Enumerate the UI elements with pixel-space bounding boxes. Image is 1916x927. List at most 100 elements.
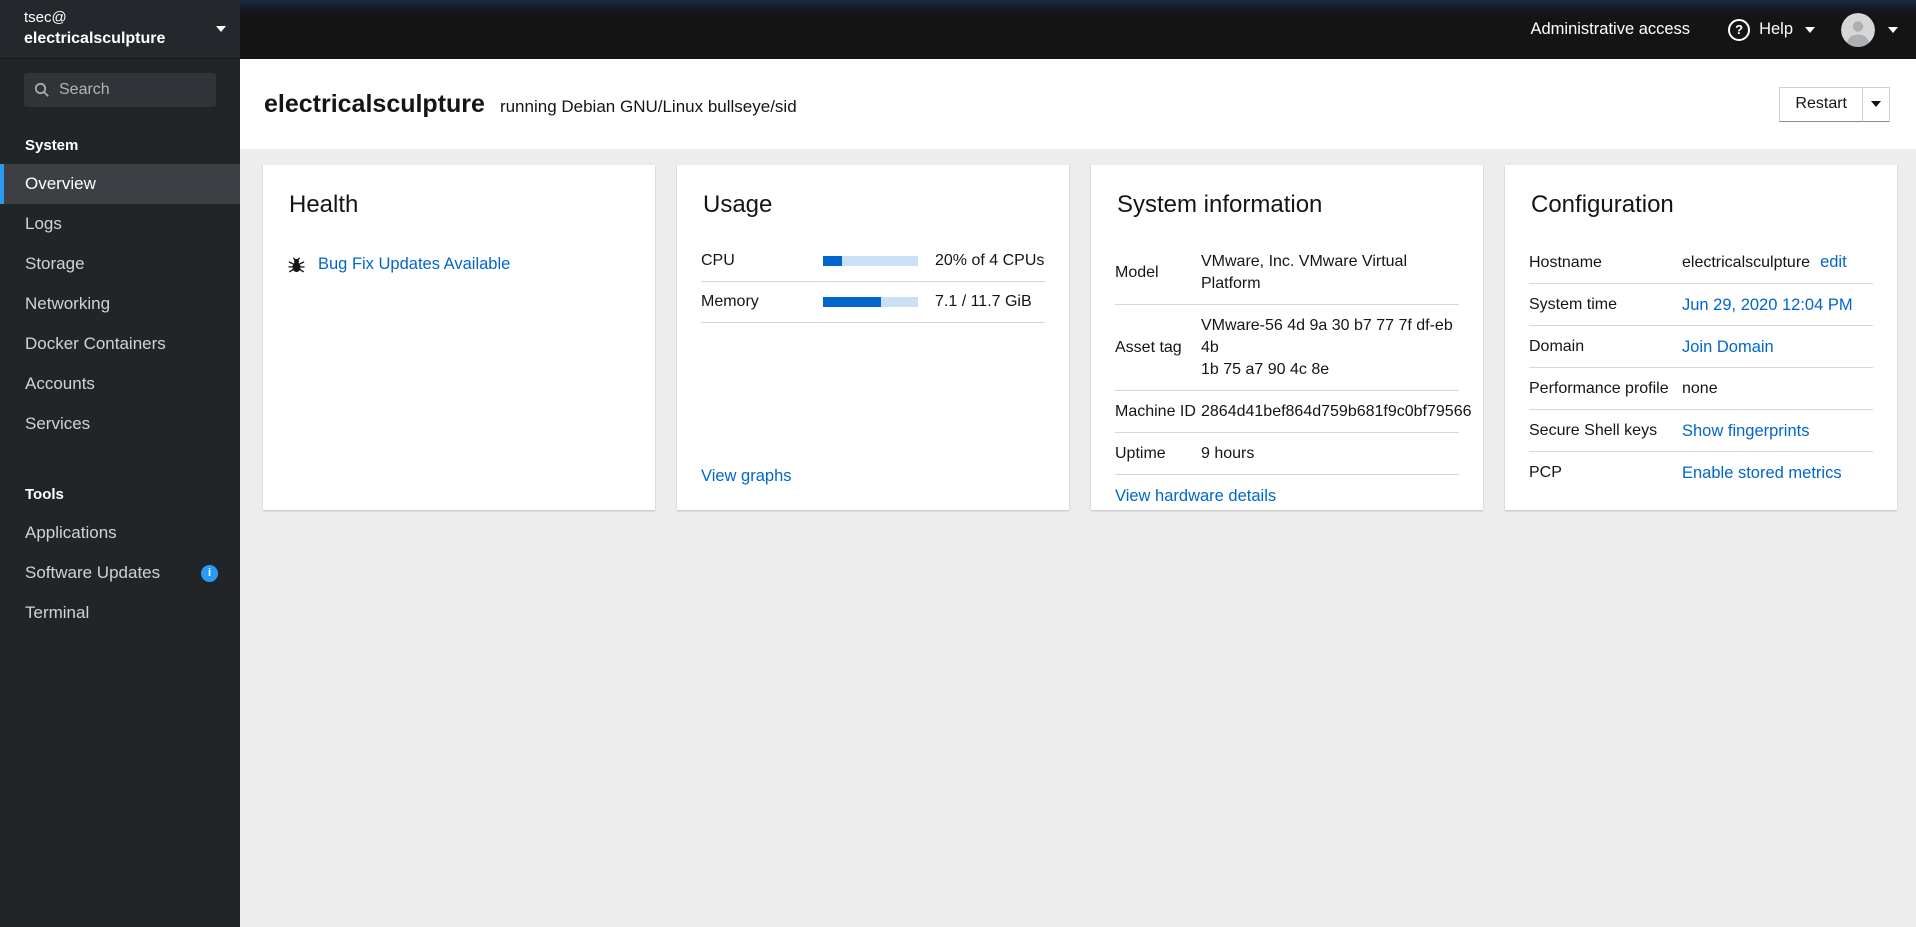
masthead: Administrative access ? Help bbox=[240, 0, 1916, 59]
os-subtitle: running Debian GNU/Linux bullseye/sid bbox=[499, 96, 797, 116]
machine-id-label: Machine ID bbox=[1115, 403, 1196, 420]
machine-id-row: Machine ID 2864d41bef864d759b681f9c0bf79… bbox=[1115, 391, 1472, 433]
configuration-title: Configuration bbox=[1531, 191, 1674, 218]
help-menu[interactable]: ? Help bbox=[1728, 18, 1815, 41]
domain-row: Domain Join Domain bbox=[1529, 326, 1873, 368]
host-switcher[interactable]: tsec@ electricalsculpture bbox=[0, 0, 240, 59]
sidebar-search[interactable] bbox=[24, 73, 216, 107]
cpu-progress-bar bbox=[823, 256, 918, 266]
view-hardware-details-link[interactable]: View hardware details bbox=[1115, 487, 1276, 505]
sidebar-item-overview[interactable]: Overview bbox=[0, 164, 240, 204]
sidebar-item-logs[interactable]: Logs bbox=[0, 204, 240, 244]
sidebar-item-label: Docker Containers bbox=[25, 334, 166, 353]
enable-stored-metrics-link[interactable]: Enable stored metrics bbox=[1682, 462, 1873, 484]
health-card: Health Bug Fix Updates Available bbox=[263, 165, 655, 510]
administrative-access-button[interactable]: Administrative access bbox=[1531, 20, 1691, 39]
asset-tag-value: VMware-56 4d 9a 30 b7 77 7f df-eb 4b 1b … bbox=[1201, 317, 1453, 378]
edit-hostname-link[interactable]: edit bbox=[1820, 251, 1847, 273]
sidebar-item-label: Services bbox=[25, 414, 91, 433]
configuration-card: Configuration Hostname electricalsculptu… bbox=[1505, 165, 1897, 510]
system-information-title: System information bbox=[1117, 191, 1323, 218]
view-graphs-link[interactable]: View graphs bbox=[701, 467, 792, 485]
hostname-row: Hostname electricalsculpture edit bbox=[1529, 241, 1873, 284]
restart-split-button: Restart bbox=[1779, 86, 1890, 122]
bug-icon bbox=[287, 255, 306, 274]
sidebar-item-networking[interactable]: Networking bbox=[0, 284, 240, 324]
system-time-link[interactable]: Jun 29, 2020 12:04 PM bbox=[1682, 294, 1873, 316]
sidebar-item-applications[interactable]: Applications bbox=[0, 513, 240, 553]
sidebar-item-terminal[interactable]: Terminal bbox=[0, 593, 240, 633]
restart-dropdown-toggle[interactable] bbox=[1862, 86, 1890, 122]
caret-down-icon bbox=[1888, 26, 1898, 33]
memory-usage-row: Memory 7.1 / 11.7 GiB bbox=[701, 282, 1045, 323]
performance-profile-label: Performance profile bbox=[1529, 380, 1669, 397]
sidebar: tsec@ electricalsculpture System Overvie… bbox=[0, 0, 240, 927]
sidebar-item-docker-containers[interactable]: Docker Containers bbox=[0, 324, 240, 364]
model-label: Model bbox=[1115, 264, 1159, 281]
cockpit-app: tsec@ electricalsculpture System Overvie… bbox=[0, 0, 1916, 927]
performance-profile-row: Performance profile none bbox=[1529, 368, 1873, 410]
join-domain-link[interactable]: Join Domain bbox=[1682, 336, 1873, 358]
info-icon: i bbox=[201, 564, 218, 582]
health-card-title: Health bbox=[289, 191, 359, 218]
uptime-row: Uptime 9 hours bbox=[1115, 433, 1459, 475]
domain-label: Domain bbox=[1529, 338, 1585, 355]
main-column: Administrative access ? Help electricals… bbox=[240, 0, 1916, 927]
asset-tag-label: Asset tag bbox=[1115, 339, 1182, 356]
secure-shell-keys-label: Secure Shell keys bbox=[1529, 422, 1658, 439]
model-value: VMware, Inc. VMware Virtual Platform bbox=[1201, 253, 1407, 292]
system-time-label: System time bbox=[1529, 296, 1618, 313]
cpu-usage-value: 20% of 4 CPUs bbox=[935, 252, 1045, 269]
cpu-usage-row: CPU 20% of 4 CPUs bbox=[701, 241, 1045, 282]
help-icon: ? bbox=[1728, 18, 1751, 41]
cpu-progress-fill bbox=[823, 256, 842, 266]
memory-label: Memory bbox=[701, 293, 759, 310]
usage-card-title: Usage bbox=[703, 191, 773, 218]
performance-profile-value: none bbox=[1682, 380, 1718, 397]
uptime-value: 9 hours bbox=[1201, 445, 1255, 462]
avatar-icon bbox=[1841, 12, 1875, 47]
sidebar-item-accounts[interactable]: Accounts bbox=[0, 364, 240, 404]
system-time-row: System time Jun 29, 2020 12:04 PM bbox=[1529, 284, 1873, 326]
caret-down-icon bbox=[1805, 26, 1815, 33]
sidebar-item-label: Logs bbox=[25, 214, 62, 233]
asset-tag-row: Asset tag VMware-56 4d 9a 30 b7 77 7f df… bbox=[1115, 305, 1459, 391]
sidebar-item-label: Terminal bbox=[25, 603, 90, 622]
host-title-group: electricalsculpture running Debian GNU/L… bbox=[264, 90, 797, 119]
content-header: electricalsculpture running Debian GNU/L… bbox=[240, 59, 1916, 149]
sidebar-item-label: Applications bbox=[25, 523, 117, 542]
system-info-footer: View hardware details bbox=[1115, 475, 1459, 506]
memory-usage-value: 7.1 / 11.7 GiB bbox=[935, 293, 1032, 310]
sidebar-item-services[interactable]: Services bbox=[0, 404, 240, 444]
card-grid: Health Bug Fix Updates Available Usage C… bbox=[263, 165, 1897, 510]
pcp-row: PCP Enable stored metrics bbox=[1529, 452, 1873, 493]
nav-section-tools: Tools bbox=[25, 486, 64, 503]
sidebar-item-label: Networking bbox=[25, 294, 111, 313]
bug-fix-updates-link[interactable]: Bug Fix Updates Available bbox=[318, 255, 510, 274]
show-fingerprints-link[interactable]: Show fingerprints bbox=[1682, 420, 1873, 442]
hostname-value: electricalsculpture bbox=[1682, 254, 1811, 271]
secure-shell-keys-row: Secure Shell keys Show fingerprints bbox=[1529, 410, 1873, 452]
memory-progress-bar bbox=[823, 297, 918, 307]
sidebar-item-label: Overview bbox=[25, 174, 96, 193]
search-input[interactable] bbox=[59, 81, 206, 99]
usage-card: Usage CPU 20% of 4 CPUs Memory 7.1 / 11.… bbox=[677, 165, 1069, 510]
page-title: electricalsculpture bbox=[264, 89, 485, 118]
overview-content: Health Bug Fix Updates Available Usage C… bbox=[240, 149, 1916, 927]
session-menu[interactable] bbox=[1841, 12, 1898, 47]
host-switcher-labels: tsec@ electricalsculpture bbox=[24, 8, 216, 50]
system-information-card: System information Model VMware, Inc. VM… bbox=[1091, 165, 1483, 510]
cpu-label: CPU bbox=[701, 252, 735, 269]
sidebar-item-software-updates[interactable]: Software Updates i bbox=[0, 553, 240, 593]
hostname-label: Hostname bbox=[1529, 253, 1602, 271]
caret-down-icon bbox=[216, 26, 226, 32]
sidebar-item-label: Storage bbox=[25, 254, 85, 273]
host-switcher-user: tsec@ bbox=[24, 9, 67, 27]
health-item: Bug Fix Updates Available bbox=[287, 255, 631, 274]
sidebar-item-label: Software Updates bbox=[25, 563, 161, 582]
sidebar-item-storage[interactable]: Storage bbox=[0, 244, 240, 284]
restart-button[interactable]: Restart bbox=[1779, 86, 1862, 122]
model-row: Model VMware, Inc. VMware Virtual Platfo… bbox=[1115, 241, 1459, 305]
memory-progress-fill bbox=[823, 297, 881, 307]
sidebar-item-label: Accounts bbox=[25, 374, 95, 393]
